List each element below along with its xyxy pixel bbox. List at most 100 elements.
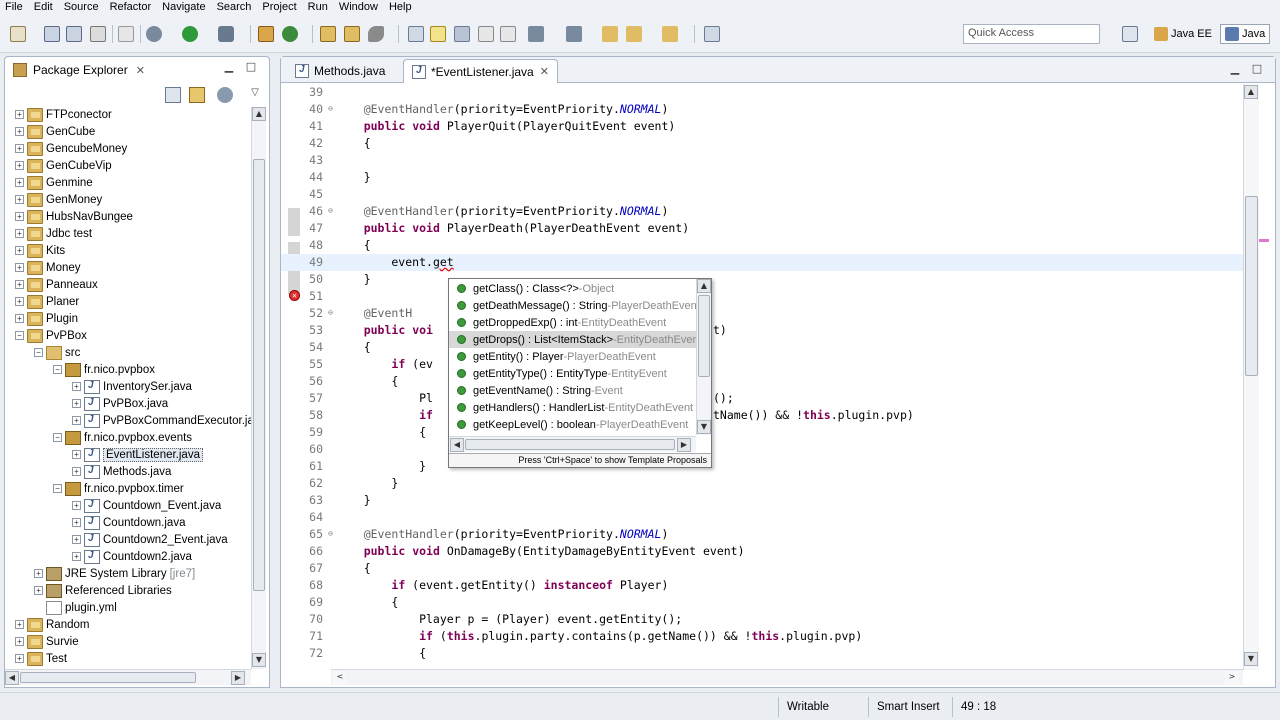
tab-eventlistener-java[interactable]: *EventListener.java ✕ (403, 59, 558, 83)
code-line[interactable]: 54 { (281, 339, 1247, 356)
print-icon[interactable] (90, 26, 106, 42)
scroll-down-icon[interactable]: ▼ (252, 653, 266, 667)
tree-item[interactable]: + Methods.java (72, 463, 171, 480)
expand-icon[interactable]: + (72, 535, 81, 544)
code-line[interactable]: 45 (281, 186, 1247, 203)
debug-icon[interactable] (146, 26, 162, 42)
code-editor[interactable]: ✕ 39 40 ⊖ @EventHandler(priority=EventPrio… (281, 84, 1247, 670)
run-external-tools-icon[interactable] (218, 26, 234, 42)
expand-icon[interactable]: + (15, 620, 24, 629)
tree-item[interactable]: − fr.nico.pvpbox (53, 361, 155, 378)
scroll-up-icon[interactable]: ▲ (697, 279, 711, 293)
collapse-icon[interactable]: − (15, 331, 24, 340)
menu-navigate[interactable]: Navigate (157, 0, 211, 15)
new-java-package-icon[interactable] (282, 26, 298, 42)
expand-icon[interactable]: + (15, 654, 24, 663)
proposal-item[interactable]: getDeathMessage() : String - PlayerDeath… (449, 297, 697, 314)
code-line[interactable]: 46 ⊖ @EventHandler(priority=EventPriority… (281, 203, 1247, 220)
code-line[interactable]: 43 (281, 152, 1247, 169)
collapse-icon[interactable]: − (53, 433, 62, 442)
menu-project[interactable]: Project (257, 0, 302, 15)
tree-item[interactable]: + Countdown2.java (72, 548, 192, 565)
next-annotation-icon[interactable] (528, 26, 544, 42)
code-line[interactable]: 70 Player p = (Player) event.getEntity()… (281, 611, 1247, 628)
proposal-vertical-scrollbar[interactable]: ▲ ▼ (696, 279, 711, 435)
code-line[interactable]: 41 public void PlayerQuit(PlayerQuitEven… (281, 118, 1247, 135)
tree-item[interactable]: + PvPBoxCommandExecutor.java (72, 412, 251, 429)
tree-item[interactable]: + GencubeMoney (15, 140, 127, 157)
collapse-icon[interactable]: − (53, 365, 62, 374)
fold-icon[interactable]: ⊖ (326, 207, 335, 216)
view-settings-icon[interactable] (217, 87, 233, 103)
proposal-item[interactable]: getClass() : Class<?> - Object (449, 280, 697, 297)
menu-run[interactable]: Run (303, 0, 334, 15)
expand-icon[interactable]: + (15, 246, 24, 255)
scroll-left-icon[interactable]: ◀ (5, 671, 19, 685)
toggle-block-selection-icon[interactable] (454, 26, 470, 42)
menu-refactor[interactable]: Refactor (105, 0, 158, 15)
open-perspective-icon[interactable] (1122, 26, 1138, 42)
tree-item[interactable]: + Survie (15, 633, 79, 650)
fold-icon[interactable]: ⊖ (326, 105, 335, 114)
tree-item[interactable]: + GenMoney (15, 191, 102, 208)
code-line[interactable]: 61 } (281, 458, 1247, 475)
new-java-project-icon[interactable] (258, 26, 274, 42)
tree-item[interactable]: + Referenced Libraries (34, 582, 172, 599)
search-icon[interactable] (368, 26, 384, 42)
code-line[interactable]: 66 public void OnDamageBy(EntityDamageBy… (281, 543, 1247, 560)
editor-horizontal-scrollbar[interactable]: < > (331, 669, 1243, 685)
code-line[interactable]: 60 (281, 441, 1247, 458)
proposal-item[interactable]: getEntity() : Player - PlayerDeathEvent (449, 348, 697, 365)
tree-item[interactable]: + Jdbc test (15, 225, 92, 242)
expand-icon[interactable]: + (72, 450, 81, 459)
save-icon[interactable] (44, 26, 60, 42)
expand-icon[interactable]: + (34, 586, 43, 595)
code-line[interactable]: 53 public voi (281, 322, 1247, 339)
scroll-thumb[interactable] (20, 672, 196, 683)
tree-item[interactable]: + GenCubeVip (15, 157, 112, 174)
tree-item[interactable]: + Countdown_Event.java (72, 497, 221, 514)
tab-methods-java[interactable]: Methods.java (287, 59, 393, 83)
back-icon[interactable] (626, 26, 642, 42)
menu-help[interactable]: Help (384, 0, 418, 15)
expand-icon[interactable]: + (72, 467, 81, 476)
proposal-item[interactable]: getEntityType() : EntityType - EntityEve… (449, 365, 697, 382)
menu-search[interactable]: Search (212, 0, 258, 15)
toggle-mark-occurrences-icon[interactable] (408, 26, 424, 42)
scroll-right-icon[interactable]: ▶ (677, 438, 691, 452)
collapse-all-icon[interactable] (165, 87, 181, 103)
code-line[interactable]: 52 ⊖ @EventH (281, 305, 1247, 322)
show-whitespace-icon[interactable] (478, 26, 494, 42)
fold-icon[interactable]: ⊖ (326, 309, 335, 318)
tree-item[interactable]: − src (34, 344, 80, 361)
code-line[interactable]: 48 { (281, 237, 1247, 254)
expand-icon[interactable]: + (15, 212, 24, 221)
view-menu-chevron-down-icon[interactable]: ▽ (247, 87, 263, 103)
expand-icon[interactable]: + (72, 399, 81, 408)
code-line[interactable]: 71 if (this.plugin.party.contains(p.getN… (281, 628, 1247, 645)
forward-icon[interactable] (662, 26, 678, 42)
code-line[interactable]: 39 (281, 84, 1247, 101)
tree-item[interactable]: + InventorySer.java (72, 378, 192, 395)
code-line[interactable]: 63 } (281, 492, 1247, 509)
tree-item[interactable]: + Genmine (15, 174, 93, 191)
code-line[interactable]: 51 (281, 288, 1247, 305)
open-folder-icon[interactable] (344, 26, 360, 42)
menu-source[interactable]: Source (59, 0, 105, 15)
proposal-item[interactable]: getDrops() : List<ItemStack> - EntityDea… (449, 331, 697, 348)
tree-item[interactable]: + Test (15, 650, 67, 667)
expand-icon[interactable]: + (15, 127, 24, 136)
tree-item[interactable]: + Panneaux (15, 276, 98, 293)
package-tree-horizontal-scrollbar[interactable]: ◀ ▶ (5, 669, 251, 685)
tree-item[interactable]: + Countdown2_Event.java (72, 531, 228, 548)
scroll-right-icon[interactable]: ▶ (231, 671, 245, 685)
expand-icon[interactable]: + (15, 263, 24, 272)
tree-item[interactable]: + Random (15, 616, 89, 633)
previous-annotation-icon[interactable] (566, 26, 582, 42)
tree-item[interactable]: plugin.yml (34, 599, 117, 616)
expand-icon[interactable]: + (15, 229, 24, 238)
code-line[interactable]: 40 ⊖ @EventHandler(priority=EventPriority… (281, 101, 1247, 118)
expand-icon[interactable]: + (15, 144, 24, 153)
expand-icon[interactable]: + (34, 569, 43, 578)
expand-icon[interactable]: + (15, 280, 24, 289)
